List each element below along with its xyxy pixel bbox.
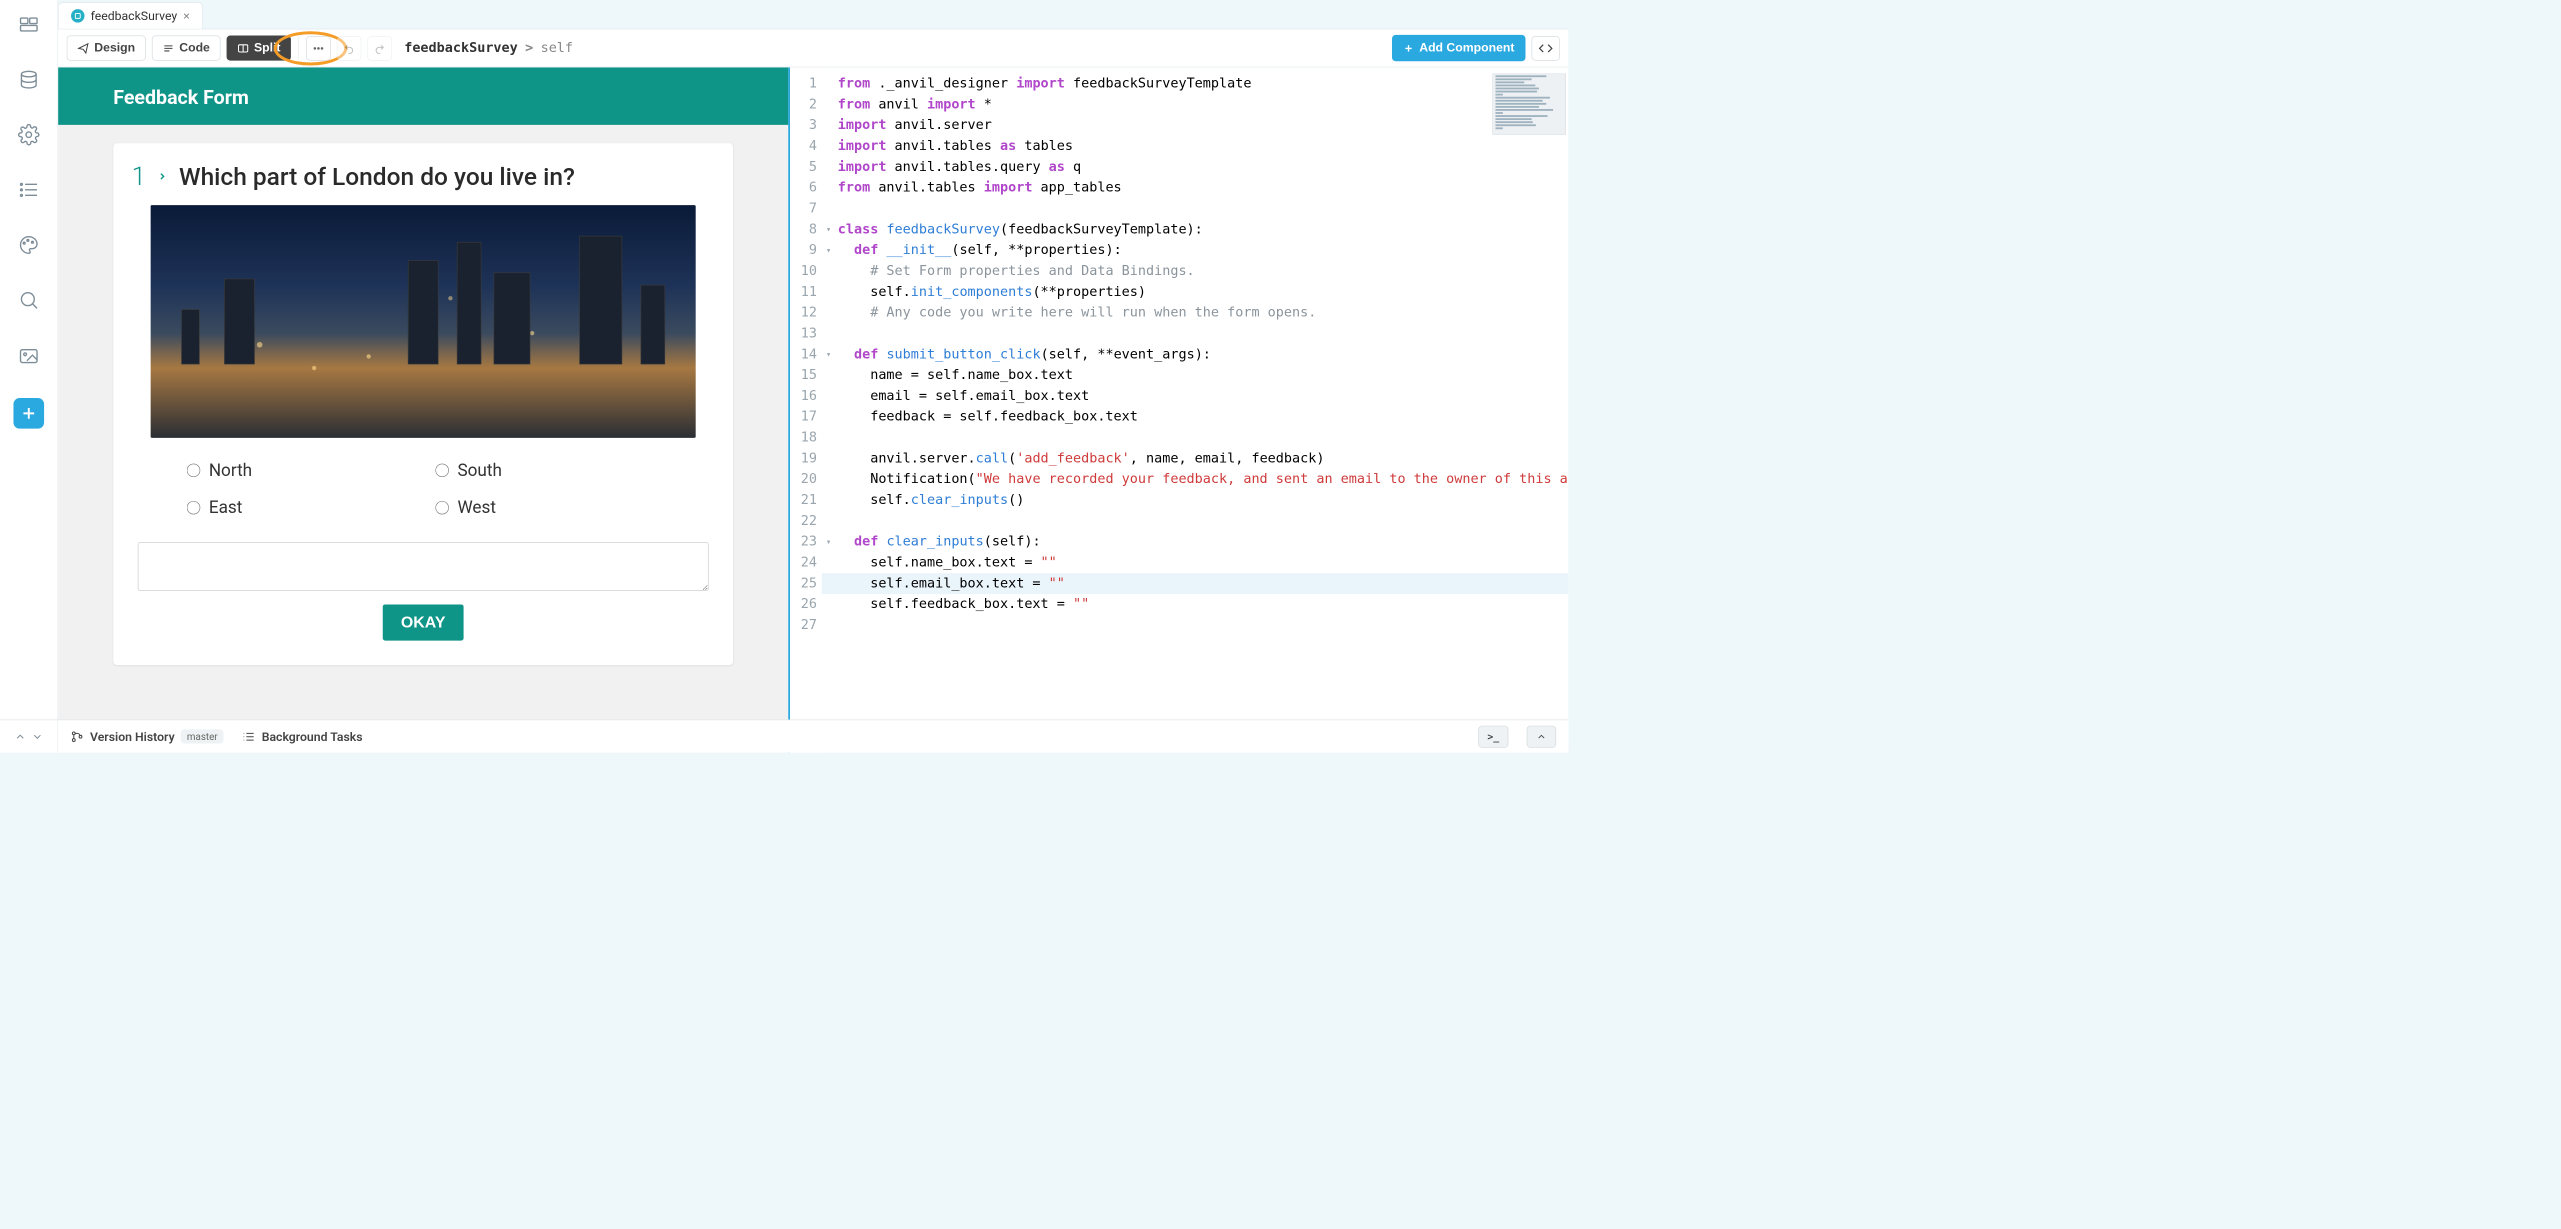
- line-gutter: 1234567891011121314151617181920212223242…: [790, 67, 822, 752]
- list-icon[interactable]: [17, 178, 41, 202]
- tab-feedback-survey[interactable]: feedbackSurvey ×: [58, 2, 203, 28]
- design-label: Design: [94, 41, 135, 55]
- question-number: 1: [132, 162, 146, 192]
- question-text: Which part of London do you live in?: [179, 162, 575, 191]
- add-component-label: Add Component: [1419, 41, 1514, 55]
- designer-panel: Feedback Form 1 Which part of London do …: [58, 67, 790, 752]
- option-east[interactable]: East: [187, 497, 411, 517]
- code-lines: from ._anvil_designer import feedbackSur…: [838, 73, 1483, 635]
- code-label: Code: [179, 41, 210, 55]
- terminal-button[interactable]: >_: [1478, 725, 1508, 747]
- tab-bar: feedbackSurvey ×: [58, 0, 1568, 29]
- split-label: Split: [254, 41, 281, 55]
- add-component-button[interactable]: Add Component: [1392, 35, 1525, 61]
- bottom-bar: Version History master Background Tasks …: [58, 720, 1568, 753]
- fold-column: ▾▾▾▾: [822, 67, 835, 752]
- form-body: 1 Which part of London do you live in?: [58, 125, 788, 753]
- toolbar: Design Code Split feedbackSurvey > self: [58, 29, 1568, 67]
- undo-button[interactable]: [337, 36, 361, 60]
- breadcrumb-leaf[interactable]: self: [541, 40, 573, 55]
- redo-button[interactable]: [367, 36, 391, 60]
- option-west[interactable]: West: [435, 497, 659, 517]
- breadcrumb-sep: >: [525, 40, 533, 55]
- code-editor[interactable]: 1234567891011121314151617181920212223242…: [790, 67, 1568, 752]
- more-options-button[interactable]: [306, 36, 330, 60]
- code-panel-toggle[interactable]: [1532, 36, 1560, 60]
- question-card: 1 Which part of London do you live in?: [113, 143, 733, 665]
- minimap[interactable]: [1492, 73, 1565, 134]
- forms-icon[interactable]: [17, 12, 41, 36]
- form-tab-icon: [71, 9, 84, 22]
- options: North South East West: [132, 454, 715, 530]
- background-tasks-button[interactable]: Background Tasks: [242, 729, 362, 744]
- branch-name: master: [181, 729, 224, 743]
- tab-title: feedbackSurvey: [91, 9, 178, 24]
- sidebar-collapse-arrows[interactable]: [0, 720, 58, 753]
- form-header: Feedback Form: [58, 67, 788, 125]
- version-history-button[interactable]: Version History master: [70, 729, 223, 744]
- breadcrumb-root[interactable]: feedbackSurvey: [404, 40, 518, 55]
- separator: [298, 37, 299, 59]
- code-mode-button[interactable]: Code: [152, 36, 221, 61]
- main-area: feedbackSurvey × Design Code Split fee: [58, 0, 1568, 753]
- add-button[interactable]: [13, 398, 44, 429]
- settings-icon[interactable]: [17, 122, 41, 146]
- option-south[interactable]: South: [435, 460, 659, 480]
- left-sidebar: [0, 0, 58, 753]
- assets-icon[interactable]: [17, 343, 41, 367]
- design-mode-button[interactable]: Design: [67, 36, 146, 61]
- split-mode-button[interactable]: Split: [226, 36, 291, 61]
- collapse-bottom-button[interactable]: [1527, 725, 1556, 747]
- breadcrumb: feedbackSurvey > self: [404, 40, 573, 55]
- question-arrow-icon: [157, 168, 168, 185]
- feedback-textarea[interactable]: [138, 542, 709, 591]
- database-icon[interactable]: [17, 67, 41, 91]
- tab-close-icon[interactable]: ×: [183, 9, 190, 24]
- option-north[interactable]: North: [187, 460, 411, 480]
- search-icon[interactable]: [17, 288, 41, 312]
- workarea: Feedback Form 1 Which part of London do …: [58, 67, 1568, 752]
- okay-button[interactable]: OKAY: [383, 604, 464, 640]
- theme-icon[interactable]: [17, 233, 41, 257]
- question-image: [151, 205, 696, 438]
